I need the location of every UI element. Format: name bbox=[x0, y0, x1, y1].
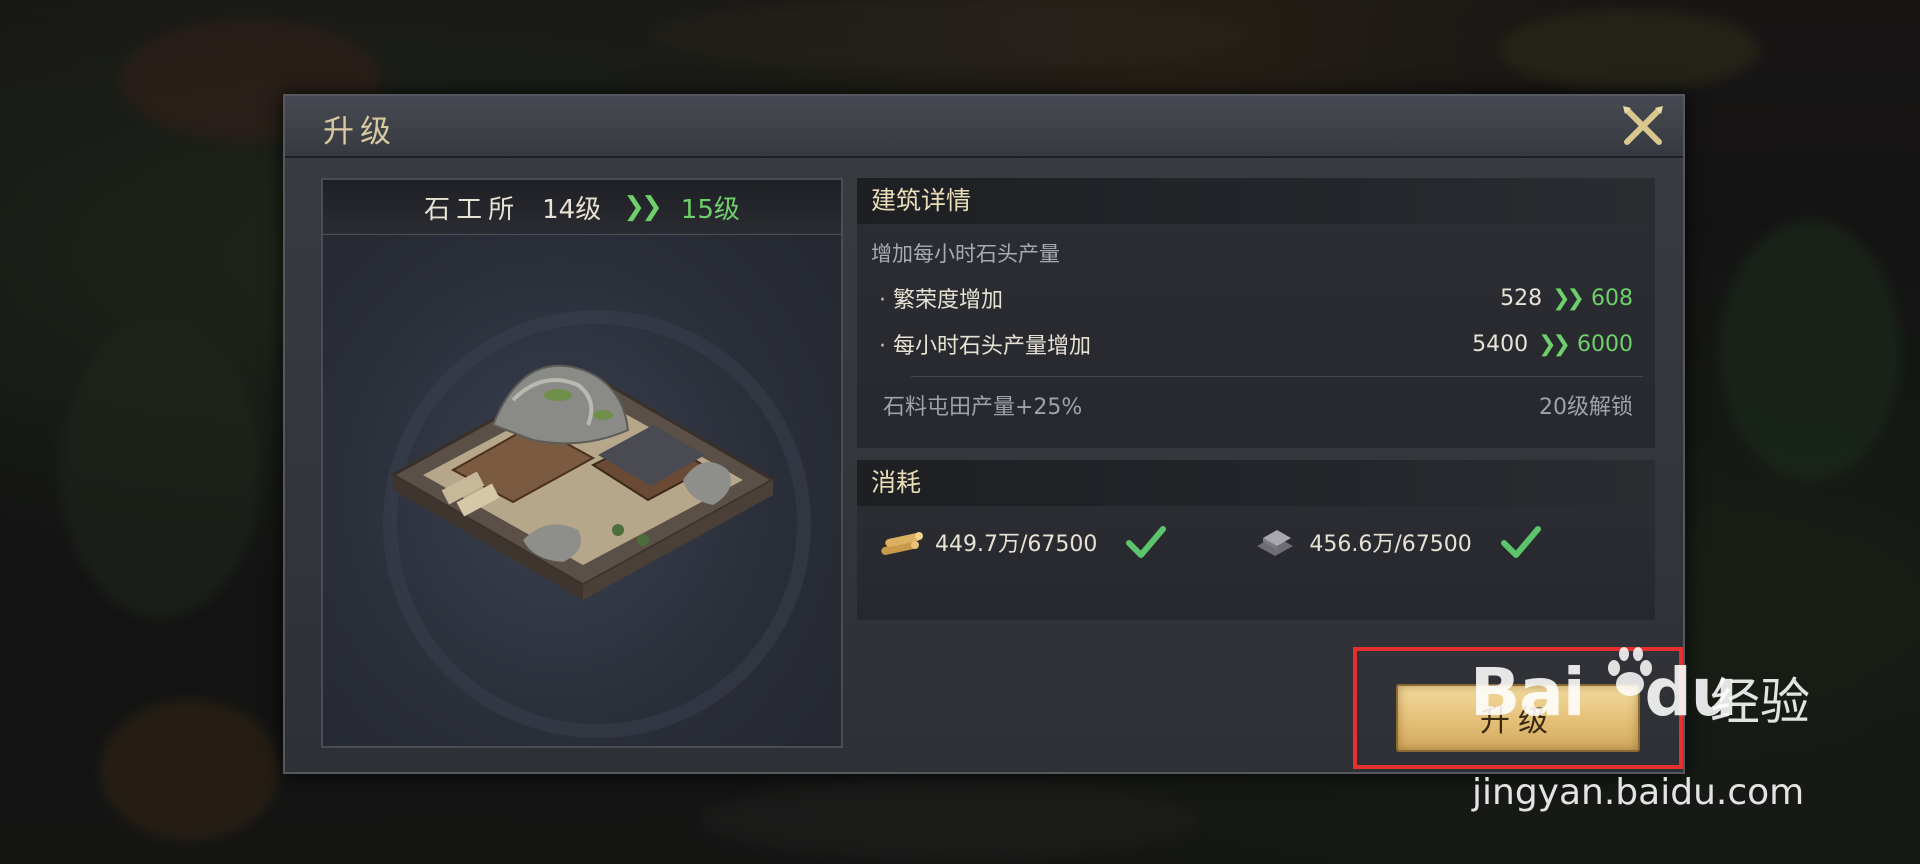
baidu-jingyan-watermark: Bai du 经验 jingyan.baidu.com bbox=[1470, 647, 1850, 840]
details-description: 增加每小时石头产量 bbox=[871, 242, 1060, 266]
stat-label: 每小时石头产量增加 bbox=[879, 328, 1091, 360]
stonework-building-image bbox=[389, 364, 777, 600]
close-button[interactable] bbox=[1619, 102, 1667, 150]
building-level-header: 石工所 14级 ❯❯ 15级 bbox=[323, 180, 841, 235]
current-level: 14级 bbox=[542, 194, 602, 225]
details-divider bbox=[911, 376, 1643, 377]
stat-new-value: 608 bbox=[1591, 285, 1633, 311]
close-x-icon bbox=[1623, 106, 1663, 145]
next-level: 15级 bbox=[680, 194, 740, 225]
unlock-requirement: 20级解锁 bbox=[1539, 395, 1633, 420]
dialog-header: 升级 bbox=[285, 96, 1683, 158]
level-arrow-icon: ❯❯ bbox=[623, 192, 663, 222]
watermark-url: jingyan.baidu.com bbox=[1472, 772, 1805, 813]
stat-row-stone-output: 每小时石头产量增加 5400 ❯❯ 6000 bbox=[879, 328, 1633, 360]
unlock-label: 石料屯田产量+25% bbox=[883, 395, 1083, 420]
building-preview-panel: 石工所 14级 ❯❯ 15级 bbox=[321, 178, 843, 748]
dialog-title: 升级 bbox=[323, 114, 397, 150]
cost-header: 消耗 bbox=[857, 460, 1655, 506]
cost-item-wood: 449.7万/67500 bbox=[877, 524, 1167, 560]
unlock-row: 石料屯田产量+25% 20级解锁 bbox=[883, 389, 1633, 421]
baidu-paw-icon bbox=[1608, 647, 1652, 696]
cost-panel: 消耗 449.7万/67500 456.6万/67500 bbox=[857, 460, 1655, 620]
wood-icon bbox=[881, 532, 923, 555]
building-name: 石工所 bbox=[424, 194, 521, 225]
cost-item-iron: 456.6万/67500 bbox=[1251, 524, 1541, 560]
stat-row-prosperity: 繁荣度增加 528 ❯❯ 608 bbox=[879, 282, 1633, 314]
stat-new-value: 6000 bbox=[1577, 331, 1633, 357]
check-icon bbox=[1500, 526, 1541, 558]
stat-old-value: 528 bbox=[1500, 285, 1543, 311]
details-header: 建筑详情 bbox=[857, 178, 1655, 224]
check-icon bbox=[1126, 526, 1167, 558]
stat-arrow-icon: ❯❯ bbox=[1552, 285, 1585, 311]
stat-label: 繁荣度增加 bbox=[879, 282, 1003, 314]
cost-amount: 449.7万/67500 bbox=[935, 532, 1098, 557]
stat-old-value: 5400 bbox=[1472, 331, 1529, 357]
iron-icon bbox=[1257, 530, 1294, 556]
building-details-panel: 建筑详情 增加每小时石头产量 繁荣度增加 528 ❯❯ 608 每小时石头产量增… bbox=[857, 178, 1655, 448]
stat-arrow-icon: ❯❯ bbox=[1538, 331, 1571, 357]
cost-amount: 456.6万/67500 bbox=[1309, 532, 1472, 557]
watermark-cn: 经验 bbox=[1710, 673, 1810, 731]
